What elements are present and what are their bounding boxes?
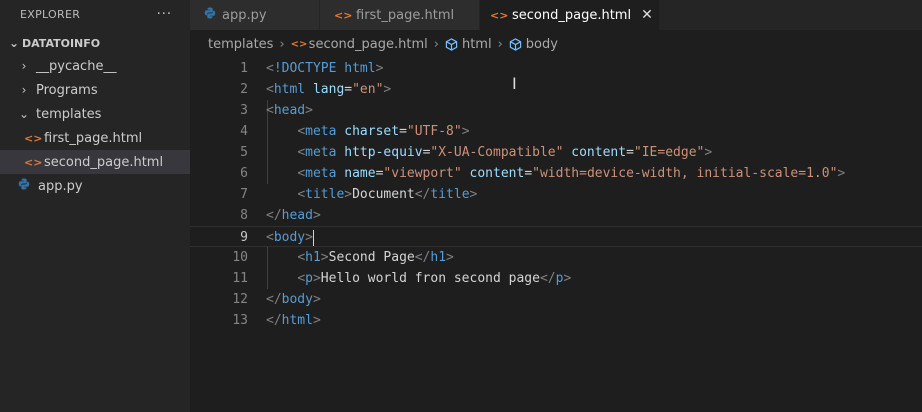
code-line[interactable]: 7 <title>Document</title> [190, 184, 922, 205]
code-line[interactable]: 6 <meta name="viewport" content="width=d… [190, 163, 922, 184]
line-number: 13 [232, 313, 248, 328]
tab-label: app.py [222, 7, 267, 23]
code-text: <body> [266, 229, 314, 246]
tree-item-second-page[interactable]: <> second_page.html [0, 150, 190, 174]
tree-item-first-page[interactable]: <> first_page.html [0, 126, 190, 150]
code-text: <meta charset="UTF-8"> [297, 124, 470, 139]
code-text: <h1>Second Page</h1> [297, 250, 454, 265]
line-number: 1 [240, 61, 248, 76]
line-number: 5 [240, 145, 248, 160]
explorer-title: EXPLORER [20, 7, 81, 21]
breadcrumb-folder[interactable]: templates [208, 37, 273, 52]
code-text: <html lang="en"> [266, 82, 392, 97]
tab-second-page[interactable]: <> second_page.html ✕ [480, 0, 660, 30]
html-file-icon: <> [24, 131, 43, 145]
code-line[interactable]: 12 </body> [190, 289, 922, 310]
chevron-right-icon: › [279, 36, 285, 52]
tab-label: second_page.html [512, 7, 632, 23]
tree-item-templates[interactable]: ⌄ templates [0, 102, 190, 126]
code-text: <meta name="viewport" content="width=dev… [297, 166, 846, 181]
html-file-icon: <> [334, 8, 353, 22]
tree-item-programs[interactable]: › Programs [0, 78, 190, 102]
tree-item-label: templates [36, 106, 102, 122]
tree-item-label: Programs [36, 82, 98, 98]
workspace-folder[interactable]: ⌄ DATATOINFO [0, 32, 190, 54]
chevron-right-icon: › [21, 83, 27, 97]
breadcrumb-file[interactable]: second_page.html [309, 37, 428, 52]
explorer-sidebar: EXPLORER ··· ⌄ DATATOINFO › __pycache__ … [0, 0, 190, 412]
line-number: 2 [240, 82, 248, 97]
cube-icon [509, 37, 522, 51]
html-file-icon: <> [290, 38, 308, 50]
tree-item-pycache[interactable]: › __pycache__ [0, 54, 190, 78]
code-line[interactable]: 4 <meta charset="UTF-8"> [190, 121, 922, 142]
code-line[interactable]: 13 </html> [190, 310, 922, 331]
tree-item-label: __pycache__ [36, 58, 117, 74]
code-text: <head> [266, 103, 313, 118]
chevron-right-icon: › [21, 59, 27, 73]
html-file-icon: <> [24, 155, 43, 169]
cube-icon [445, 37, 458, 51]
workspace-folder-label: DATATOINFO [22, 36, 101, 50]
code-text: <!DOCTYPE html> [266, 61, 384, 76]
line-number: 6 [240, 166, 248, 181]
code-text: </body> [266, 292, 321, 307]
more-actions-icon[interactable]: ··· [157, 7, 172, 22]
tab-label: first_page.html [356, 7, 455, 23]
explorer-header: EXPLORER ··· [0, 0, 190, 28]
code-line[interactable]: 1 <!DOCTYPE html> [190, 58, 922, 79]
tab-first-page[interactable]: <> first_page.html [320, 0, 480, 30]
mouse-cursor-icon: I [512, 74, 517, 93]
code-text: </html> [266, 313, 321, 328]
tree-item-label: second_page.html [44, 154, 164, 170]
line-number: 8 [240, 208, 248, 223]
tree-item-app-py[interactable]: app.py [0, 174, 190, 198]
tree-item-label: app.py [38, 178, 83, 194]
line-number: 10 [232, 250, 248, 265]
code-line[interactable]: 3 <head> [190, 100, 922, 121]
code-text: <title>Document</title> [297, 187, 478, 202]
chevron-right-icon: › [497, 36, 503, 52]
line-number: 7 [240, 187, 248, 202]
tab-app-py[interactable]: app.py [190, 0, 320, 30]
line-number: 4 [240, 124, 248, 139]
code-line[interactable]: 5 <meta http-equiv="X-UA-Compatible" con… [190, 142, 922, 163]
text-caret [312, 229, 314, 246]
chevron-down-icon: ⌄ [8, 36, 20, 50]
breadcrumb-symbol-body[interactable]: body [526, 37, 558, 52]
code-line[interactable]: 11 <p>Hello world fron second page</p> [190, 268, 922, 289]
python-file-icon [16, 178, 32, 194]
code-editor[interactable]: 1 <!DOCTYPE html> 2 <html lang="en"> 3 <head>… [190, 58, 922, 331]
breadcrumb-symbol-html[interactable]: html [462, 37, 492, 52]
editor-area: app.py <> first_page.html <> second_page… [190, 0, 922, 412]
code-text: <meta http-equiv="X-UA-Compatible" conte… [297, 145, 713, 160]
code-line[interactable]: 8 </head> [190, 205, 922, 226]
tab-bar: app.py <> first_page.html <> second_page… [190, 0, 922, 30]
code-line[interactable]: 2 <html lang="en"> [190, 79, 922, 100]
line-number: 9 [240, 230, 248, 245]
code-text: </head> [266, 208, 321, 223]
line-number: 3 [240, 103, 248, 118]
close-icon[interactable]: ✕ [641, 7, 653, 23]
line-number: 12 [232, 292, 248, 307]
breadcrumb: templates › <> second_page.html › html ›… [190, 30, 922, 58]
html-file-icon: <> [490, 8, 509, 22]
code-text: <p>Hello world fron second page</p> [297, 271, 572, 286]
tree-item-label: first_page.html [44, 130, 143, 146]
code-line[interactable]: 10 <h1>Second Page</h1> [190, 247, 922, 268]
chevron-down-icon: ⌄ [18, 107, 30, 121]
python-file-icon [204, 7, 216, 23]
code-line[interactable]: 9 <body> [190, 226, 922, 247]
chevron-right-icon: › [433, 36, 439, 52]
line-number: 11 [232, 271, 248, 286]
